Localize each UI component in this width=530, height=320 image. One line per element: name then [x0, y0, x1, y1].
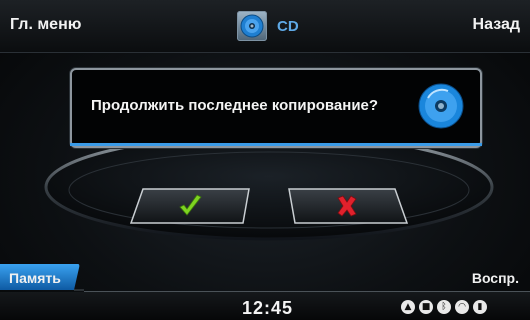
wifi-icon: ◠ — [455, 300, 469, 314]
navigation-icon: ▲ — [401, 300, 415, 314]
dialog-accent-line — [70, 143, 482, 146]
disc-icon — [418, 83, 464, 129]
confirm-button[interactable] — [129, 185, 254, 227]
softkey-bar: Память — [0, 262, 530, 292]
back-button[interactable]: Назад — [473, 16, 520, 34]
dialog-message: Продолжить последнее копирование? — [91, 97, 379, 114]
confirmation-dialog: Продолжить последнее копирование? — [70, 68, 482, 148]
stage-ellipse — [44, 133, 494, 241]
source-title: CD — [277, 17, 299, 35]
bluetooth-icon: ᛒ — [437, 300, 451, 314]
clock: 12:45 — [242, 298, 294, 318]
status-icons: ▲ ■ ᛒ ◠ ▮ — [401, 300, 487, 314]
top-bar: Гл. меню CD Назад — [0, 0, 530, 53]
phone-icon: ■ — [419, 300, 433, 314]
cd-source-icon — [237, 11, 267, 41]
infotainment-screen: Гл. меню CD Назад Продолжить последнее к… — [0, 0, 530, 320]
cancel-button[interactable] — [285, 185, 410, 227]
memory-button[interactable]: Память — [9, 270, 61, 286]
main-menu-button[interactable]: Гл. меню — [10, 16, 81, 34]
source-indicator: CD — [237, 10, 299, 42]
signal-icon: ▮ — [473, 300, 487, 314]
play-button[interactable]: Воспр. — [472, 270, 519, 286]
